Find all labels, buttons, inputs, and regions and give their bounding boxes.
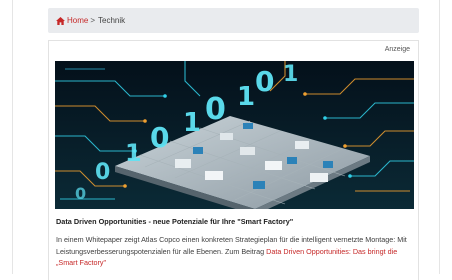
breadcrumb: Home > Technik xyxy=(48,8,419,33)
breadcrumb-home-label: Home xyxy=(67,16,89,25)
binary-digit: 0 xyxy=(95,160,110,185)
ad-label: Anzeige xyxy=(384,46,410,53)
breadcrumb-separator: > xyxy=(90,16,96,25)
home-icon xyxy=(56,16,65,25)
binary-digit: 1 xyxy=(183,108,201,138)
binary-digit: 0 xyxy=(255,65,274,98)
breadcrumb-current: Technik xyxy=(98,16,126,25)
binary-digit: 0 xyxy=(205,92,226,127)
binary-digit: 0 xyxy=(150,121,169,154)
article-title[interactable]: Data Driven Opportunities - neue Potenzi… xyxy=(56,217,416,227)
article-image[interactable]: 0 1 0 1 0 1 0 1 0 xyxy=(55,61,414,209)
binary-digit: 1 xyxy=(237,82,255,112)
ad-card: Anzeige 0 1 0 1 0 1 0 1 0 Data Driven Op… xyxy=(48,40,419,280)
binary-digit: 1 xyxy=(125,139,142,167)
binary-digit: 0 xyxy=(75,184,86,203)
binary-digit: 1 xyxy=(283,62,298,87)
breadcrumb-home-link[interactable]: Home xyxy=(56,16,88,25)
article-body: In einem Whitepaper zeigt Atlas Copco ei… xyxy=(56,234,418,269)
